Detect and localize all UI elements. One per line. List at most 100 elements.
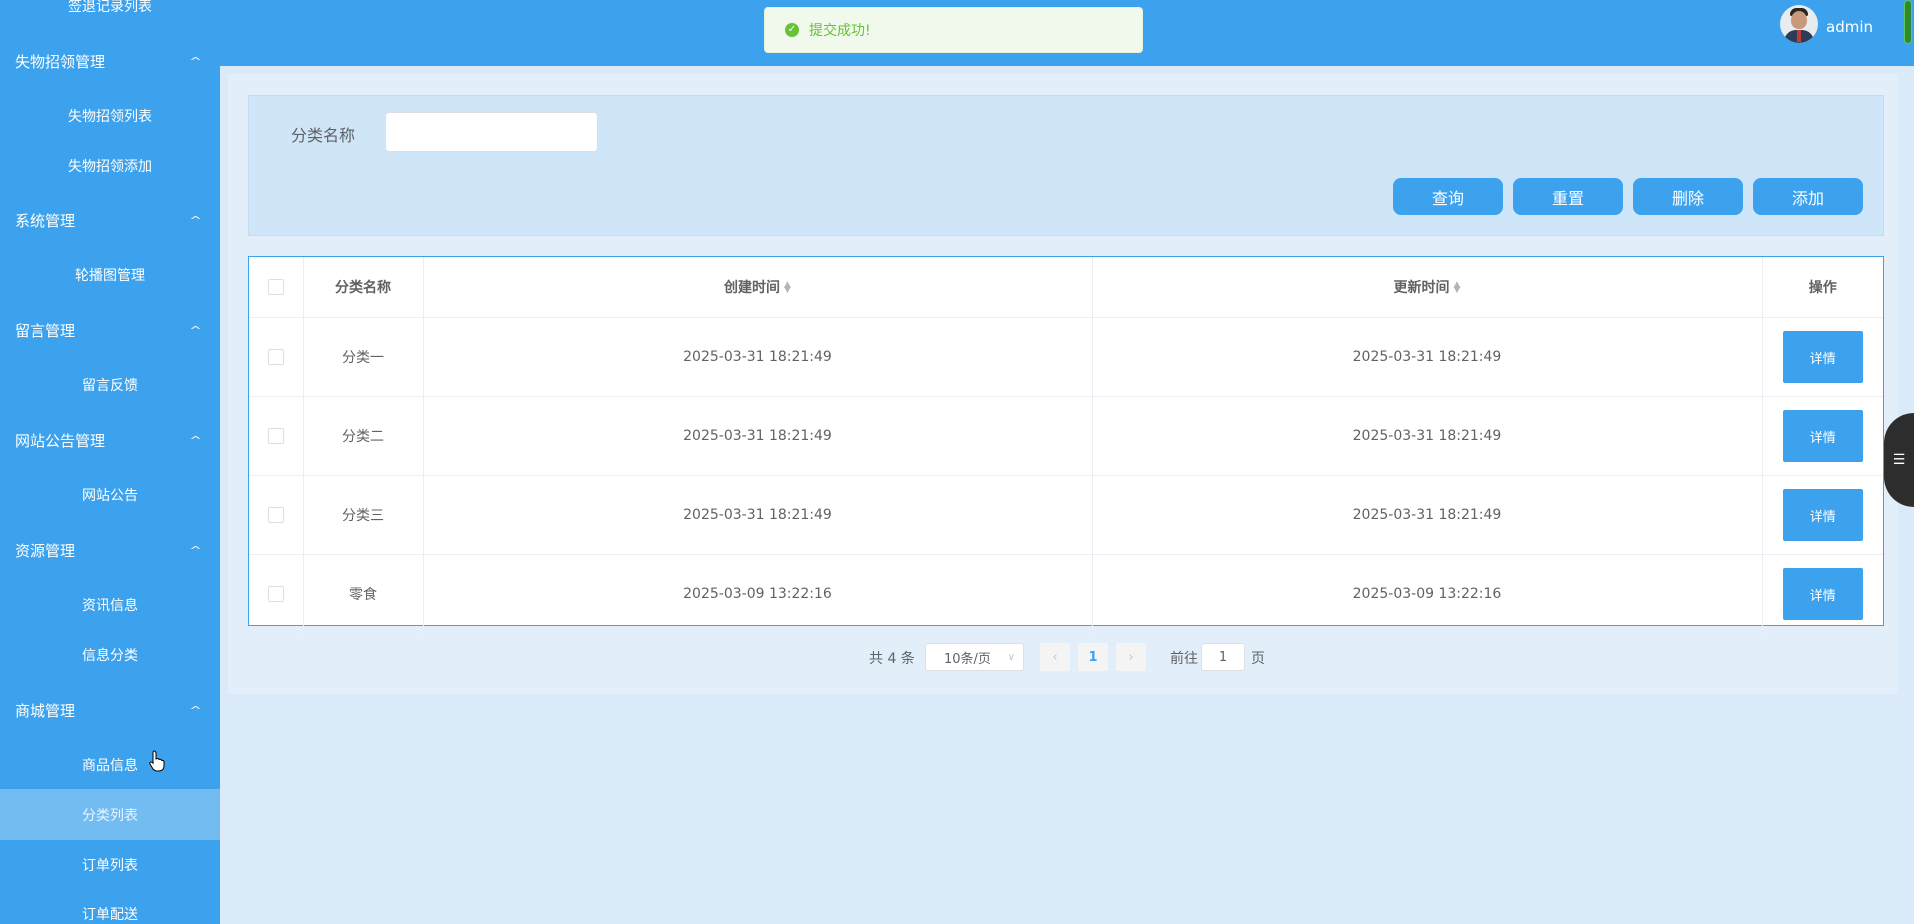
select-all-checkbox[interactable] xyxy=(267,279,284,295)
search-label: 分类名称 xyxy=(291,126,356,145)
sidebar-item-orders[interactable]: 订单列表 xyxy=(0,845,220,885)
cell-created: 2025-03-31 18:21:49 xyxy=(423,396,1093,476)
table-row: 分类二 2025-03-31 18:21:49 2025-03-31 18:21… xyxy=(249,396,1883,476)
delete-button[interactable]: 删除 xyxy=(1633,178,1743,215)
sidebar-group-messages[interactable]: 留言管理 ^ xyxy=(0,310,220,350)
sidebar-item-products[interactable]: 商品信息 xyxy=(0,745,220,785)
cell-created: 2025-03-31 18:21:49 xyxy=(423,317,1093,397)
side-drawer-toggle[interactable]: ☰ xyxy=(1884,413,1914,507)
page-size-value: 10条/页 xyxy=(944,651,991,667)
username[interactable]: admin xyxy=(1826,18,1873,36)
success-toast: ✓ 提交成功! xyxy=(764,7,1143,53)
goto-label: 前往 xyxy=(1170,651,1198,667)
cell-name: 分类二 xyxy=(303,396,424,476)
chevron-down-icon: ∨ xyxy=(1007,651,1015,663)
sidebar: 签退记录列表 失物招领管理 ^ 失物招领列表 失物招领添加 系统管理 ^ 轮播图管理… xyxy=(0,0,220,924)
chevron-up-icon: ^ xyxy=(188,213,202,227)
detail-button[interactable]: 详情 xyxy=(1782,489,1863,541)
sidebar-item-label: 资讯信息 xyxy=(82,598,138,614)
sidebar-item-notice[interactable]: 网站公告 xyxy=(0,475,220,515)
sidebar-group-notices[interactable]: 网站公告管理 ^ xyxy=(0,420,220,460)
chevron-left-icon: ‹ xyxy=(1052,649,1058,665)
sidebar-group-label: 商城管理 xyxy=(15,701,76,720)
sidebar-item-carousel[interactable]: 轮播图管理 xyxy=(0,255,220,295)
cell-action: 详情 xyxy=(1762,317,1883,397)
sidebar-group-resources[interactable]: 资源管理 ^ xyxy=(0,530,220,570)
column-header-label: 更新时间 xyxy=(1393,280,1450,296)
sidebar-group-label: 网站公告管理 xyxy=(15,431,106,450)
pagination-total: 共 4 条 xyxy=(869,651,915,667)
query-button[interactable]: 查询 xyxy=(1393,178,1503,215)
sidebar-item-checkout-records[interactable]: 签退记录列表 xyxy=(0,0,220,26)
sidebar-group-label: 资源管理 xyxy=(15,541,76,560)
page-number-button[interactable]: 1 xyxy=(1078,643,1108,671)
sort-icon[interactable]: ▲ ▼ xyxy=(784,281,791,295)
chevron-up-icon: ^ xyxy=(188,543,202,557)
sidebar-item-label: 订单列表 xyxy=(82,858,138,874)
check-circle-icon: ✓ xyxy=(785,23,799,37)
sidebar-group-label: 失物招领管理 xyxy=(15,52,106,71)
sidebar-item-info-category[interactable]: 信息分类 xyxy=(0,635,220,675)
category-name-input[interactable] xyxy=(385,112,598,152)
sidebar-item-lost-found-list[interactable]: 失物招领列表 xyxy=(0,96,220,136)
detail-button[interactable]: 详情 xyxy=(1782,568,1863,620)
sidebar-item-feedback[interactable]: 留言反馈 xyxy=(0,365,220,405)
row-checkbox[interactable] xyxy=(267,428,284,444)
scrollbar-thumb[interactable] xyxy=(1904,0,1912,44)
sidebar-item-delivery[interactable]: 订单配送 xyxy=(0,894,220,924)
sidebar-group-system[interactable]: 系统管理 ^ xyxy=(0,200,220,240)
table-row: 分类一 2025-03-31 18:21:49 2025-03-31 18:21… xyxy=(249,317,1883,397)
row-checkbox[interactable] xyxy=(267,507,284,523)
cell-name: 零食 xyxy=(303,554,424,633)
row-select-cell xyxy=(249,317,304,397)
avatar-tie xyxy=(1797,30,1801,42)
sort-icon[interactable]: ▲ ▼ xyxy=(1454,281,1461,295)
category-table: 分类名称 创建时间 ▲ ▼ 更新时间 ▲ ▼ 操作 分类一 2025-03-31 18:… xyxy=(248,256,1884,633)
menu-icon: ☰ xyxy=(1892,452,1906,468)
sidebar-group-shop[interactable]: 商城管理 ^ xyxy=(0,690,220,730)
prev-page-button[interactable]: ‹ xyxy=(1040,643,1070,671)
sidebar-item-category-list[interactable]: 分类列表 xyxy=(0,789,220,840)
next-page-button[interactable]: › xyxy=(1116,643,1146,671)
add-button[interactable]: 添加 xyxy=(1753,178,1863,215)
row-checkbox[interactable] xyxy=(267,586,284,602)
sidebar-item-label: 轮播图管理 xyxy=(75,268,145,284)
sidebar-item-news[interactable]: 资讯信息 xyxy=(0,585,220,625)
sidebar-group-label: 留言管理 xyxy=(15,321,76,340)
sidebar-item-label: 失物招领添加 xyxy=(68,159,152,175)
sidebar-item-label: 签退记录列表 xyxy=(68,0,152,15)
goto-page-input[interactable] xyxy=(1201,643,1245,671)
row-select-cell xyxy=(249,396,304,476)
table-row: 零食 2025-03-09 13:22:16 2025-03-09 13:22:… xyxy=(249,554,1883,633)
table-row: 分类三 2025-03-31 18:21:49 2025-03-31 18:21… xyxy=(249,475,1883,555)
row-select-cell xyxy=(249,554,304,633)
column-header-updated[interactable]: 更新时间 ▲ ▼ xyxy=(1092,257,1763,318)
sidebar-item-label: 网站公告 xyxy=(82,488,138,504)
column-header-created[interactable]: 创建时间 ▲ ▼ xyxy=(423,257,1093,318)
goto-unit: 页 xyxy=(1251,651,1265,667)
chevron-up-icon: ^ xyxy=(188,323,202,337)
table-header-row: 分类名称 创建时间 ▲ ▼ 更新时间 ▲ ▼ 操作 xyxy=(249,257,1883,318)
sidebar-group-lost-found[interactable]: 失物招领管理 ^ xyxy=(0,41,220,81)
page-size-select[interactable]: 10条/页 ∨ xyxy=(925,643,1024,671)
sidebar-item-lost-found-add[interactable]: 失物招领添加 xyxy=(0,146,220,186)
sidebar-group-label: 系统管理 xyxy=(15,211,76,230)
current-page-number: 1 xyxy=(1088,649,1098,665)
column-header-label: 创建时间 xyxy=(724,280,781,296)
sidebar-item-label: 订单配送 xyxy=(82,907,138,923)
select-all-cell xyxy=(249,257,304,318)
cell-updated: 2025-03-31 18:21:49 xyxy=(1092,317,1763,397)
column-header-name: 分类名称 xyxy=(303,257,424,318)
cell-created: 2025-03-31 18:21:49 xyxy=(423,475,1093,555)
cell-updated: 2025-03-31 18:21:49 xyxy=(1092,475,1763,555)
row-select-cell xyxy=(249,475,304,555)
reset-button[interactable]: 重置 xyxy=(1513,178,1623,215)
detail-button[interactable]: 详情 xyxy=(1782,410,1863,462)
detail-button[interactable]: 详情 xyxy=(1782,331,1863,383)
toast-message: 提交成功! xyxy=(809,23,871,39)
cell-name: 分类一 xyxy=(303,317,424,397)
row-checkbox[interactable] xyxy=(267,349,284,365)
chevron-right-icon: › xyxy=(1128,649,1134,665)
avatar[interactable] xyxy=(1780,5,1818,43)
chevron-up-icon: ^ xyxy=(188,433,202,447)
